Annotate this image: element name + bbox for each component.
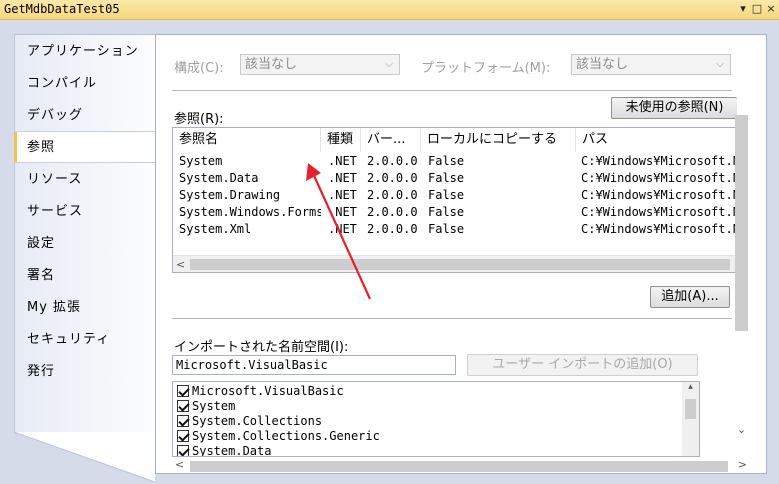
namespace-label: Microsoft.VisualBasic xyxy=(192,384,344,398)
column-header-copy-local[interactable]: ローカルにコピーする xyxy=(421,128,576,152)
nav-item-references[interactable]: 参照 xyxy=(14,131,157,163)
list-item[interactable]: System.Collections.Generic xyxy=(177,429,380,444)
column-header-path[interactable]: パス xyxy=(576,128,736,152)
namespace-label: System.Data xyxy=(192,444,272,457)
list-item[interactable]: System xyxy=(177,399,235,414)
divider xyxy=(172,90,732,91)
add-user-import-button[interactable]: ユーザー インポートの追加(O) xyxy=(467,354,698,376)
references-label: 参照(R): xyxy=(174,112,224,127)
namespace-label: System.Collections.Generic xyxy=(192,429,380,443)
column-header-reference-name[interactable]: 参照名 xyxy=(173,128,321,152)
list-item[interactable]: System.Collections xyxy=(177,414,322,429)
namespace-label: System xyxy=(192,399,236,413)
nav-item-debug[interactable]: デバッグ xyxy=(14,100,155,132)
cell-path: C:¥Windows¥Microsoft.N xyxy=(581,171,737,185)
properties-frame: アプリケーション コンパイル デバッグ 参照 リソース サービス 設定 署名 M… xyxy=(0,20,779,484)
platform-combo-value: 該当なし xyxy=(576,57,629,72)
checkbox-checked[interactable] xyxy=(177,415,189,427)
cell-path: C:¥Windows¥Microsoft.N xyxy=(581,222,737,236)
checkbox-checked[interactable] xyxy=(177,430,189,442)
close-icon[interactable]: × xyxy=(764,1,778,17)
cell-copy-local: False xyxy=(428,205,465,219)
annotation-arrow-icon xyxy=(306,163,372,300)
page-vscrollbar[interactable]: ⌄ xyxy=(733,113,750,443)
namespaces-list[interactable]: Microsoft.VisualBasic System System.Coll… xyxy=(172,381,700,457)
nav-item-compile[interactable]: コンパイル xyxy=(14,68,155,100)
add-reference-button[interactable]: 追加(A)... xyxy=(650,286,730,308)
scroll-thumb[interactable] xyxy=(190,461,728,472)
window-title: GetMdbDataTest05 xyxy=(4,2,120,16)
checkbox-checked[interactable] xyxy=(177,400,189,412)
title-bar: GetMdbDataTest05 ▾ □ × xyxy=(0,0,779,20)
window-menu-icon[interactable]: ▾ xyxy=(736,1,750,17)
project-properties-nav: アプリケーション コンパイル デバッグ 参照 リソース サービス 設定 署名 M… xyxy=(14,34,157,484)
column-header-type[interactable]: 種類 xyxy=(321,128,361,152)
maximize-icon[interactable]: □ xyxy=(750,1,764,17)
platform-label: プラットフォーム(M): xyxy=(421,61,551,76)
cell-copy-local: False xyxy=(428,222,465,236)
cell-path: C:¥Windows¥Microsoft.N xyxy=(581,154,737,168)
nav-item-settings[interactable]: 設定 xyxy=(14,228,155,260)
cell-path: C:¥Windows¥Microsoft.N xyxy=(581,188,737,202)
list-item[interactable]: Microsoft.VisualBasic xyxy=(177,384,344,399)
references-list[interactable]: 参照名 種類 バー... ローカルにコピーする パス System .NET 2… xyxy=(172,127,737,273)
unused-references-button[interactable]: 未使用の参照(N) xyxy=(611,97,737,119)
namespace-label: System.Collections xyxy=(192,414,323,428)
divider xyxy=(172,318,732,319)
checkbox-checked[interactable] xyxy=(177,385,189,397)
nav-item-security[interactable]: セキュリティ xyxy=(14,324,155,356)
scroll-thumb[interactable] xyxy=(190,259,730,270)
nav-fold-decoration xyxy=(14,432,155,482)
column-header-version[interactable]: バー... xyxy=(361,128,421,152)
chevron-down-icon: ⌵ xyxy=(716,59,724,70)
platform-combo[interactable]: 該当なし ⌵ xyxy=(571,54,731,75)
list-item[interactable]: System.Data xyxy=(177,444,272,457)
references-hscrollbar[interactable]: < xyxy=(173,255,736,272)
nav-item-resources[interactable]: リソース xyxy=(14,164,155,196)
nav-item-publish[interactable]: 発行 xyxy=(14,356,155,388)
nav-item-my-extensions[interactable]: My 拡張 xyxy=(14,292,155,324)
config-label: 構成(C): xyxy=(174,61,224,76)
config-combo-value: 該当なし xyxy=(245,57,298,72)
config-combo[interactable]: 該当なし ⌵ xyxy=(240,54,400,75)
cell-copy-local: False xyxy=(428,154,465,168)
chevron-up-icon[interactable]: ▴ xyxy=(682,382,699,392)
checkbox-checked[interactable] xyxy=(177,445,189,456)
scroll-thumb[interactable] xyxy=(735,115,748,331)
chevron-down-icon[interactable]: ⌄ xyxy=(733,423,750,436)
namespace-input[interactable] xyxy=(172,355,456,375)
chevron-right-icon[interactable]: > xyxy=(738,458,747,471)
namespaces-vscrollbar[interactable]: ▴ xyxy=(682,382,699,456)
chevron-left-icon[interactable]: < xyxy=(175,458,184,471)
chevron-left-icon[interactable]: < xyxy=(176,256,185,272)
cell-copy-local: False xyxy=(428,188,465,202)
imported-namespaces-label: インポートされた名前空間(I): xyxy=(174,340,349,355)
nav-item-signing[interactable]: 署名 xyxy=(14,260,155,292)
scroll-thumb[interactable] xyxy=(685,399,696,419)
nav-item-application[interactable]: アプリケーション xyxy=(14,36,155,68)
chevron-down-icon: ⌵ xyxy=(385,59,393,70)
cell-path: C:¥Windows¥Microsoft.N xyxy=(581,205,737,219)
references-page: 構成(C): 該当なし ⌵ プラットフォーム(M): 該当なし ⌵ 参照(R):… xyxy=(155,34,767,474)
page-hscrollbar[interactable]: < > xyxy=(172,458,750,474)
cell-copy-local: False xyxy=(428,171,465,185)
nav-item-services[interactable]: サービス xyxy=(14,196,155,228)
